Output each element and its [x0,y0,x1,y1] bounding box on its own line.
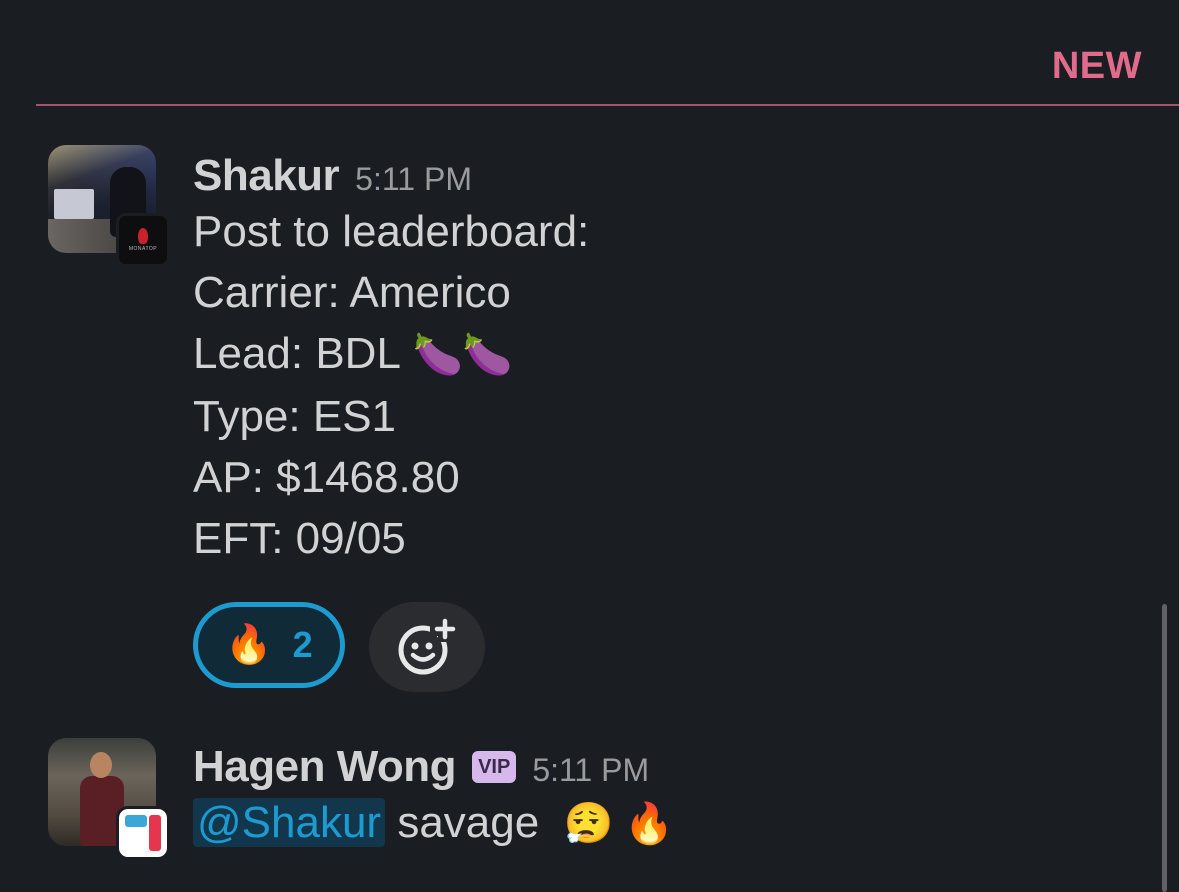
message-line: Lead: BDL 🍆🍆 [193,329,513,378]
add-reaction-button[interactable] [369,602,485,692]
message-body: @Shakur savage 😮‍💨 🔥 [193,792,1093,855]
message-line: Post to leaderboard: [193,207,590,256]
exhale-fire-emoji-icon: 😮‍💨 🔥 [563,802,675,846]
new-messages-divider [36,104,1179,106]
message-timestamp[interactable]: 5:11 PM [355,161,472,198]
message-line: EFT: 09/05 [193,514,406,563]
author-name[interactable]: Shakur [193,151,340,201]
user-mention-link[interactable]: @Shakur [193,798,386,847]
message-line: @Shakur savage 😮‍💨 🔥 [193,792,1093,855]
avatar-photo-detail [54,189,94,219]
scrollbar[interactable] [1162,604,1167,892]
fire-emoji-icon: 🔥 [225,624,273,666]
message-body: Post to leaderboard: Carrier: Americo Le… [193,201,1093,569]
message-line: Carrier: Americo [193,268,511,317]
add-reaction-icon [398,618,456,675]
new-messages-label: NEW [1051,45,1142,87]
reaction-count: 2 [292,624,313,665]
avatar-photo-detail [90,752,112,778]
channel-message-view: NEW MONATOP Shakur 5:11 PM Post to leade… [0,0,1179,892]
message-text: savage [397,798,540,847]
message-line: Type: ES1 [193,392,397,441]
message-line: AP: $1468.80 [193,453,460,502]
workspace-badge-icon: MONATOP [116,213,170,267]
reaction-fire-button[interactable]: 🔥 2 [193,602,345,688]
vip-badge: VIP [472,751,517,783]
reactions-bar: 🔥 2 [193,602,485,692]
eggplant-emoji-icon: 🍆🍆 [412,333,513,377]
message-timestamp[interactable]: 5:11 PM [532,752,649,789]
workspace-badge-icon [116,806,170,860]
author-name[interactable]: Hagen Wong [193,742,457,792]
